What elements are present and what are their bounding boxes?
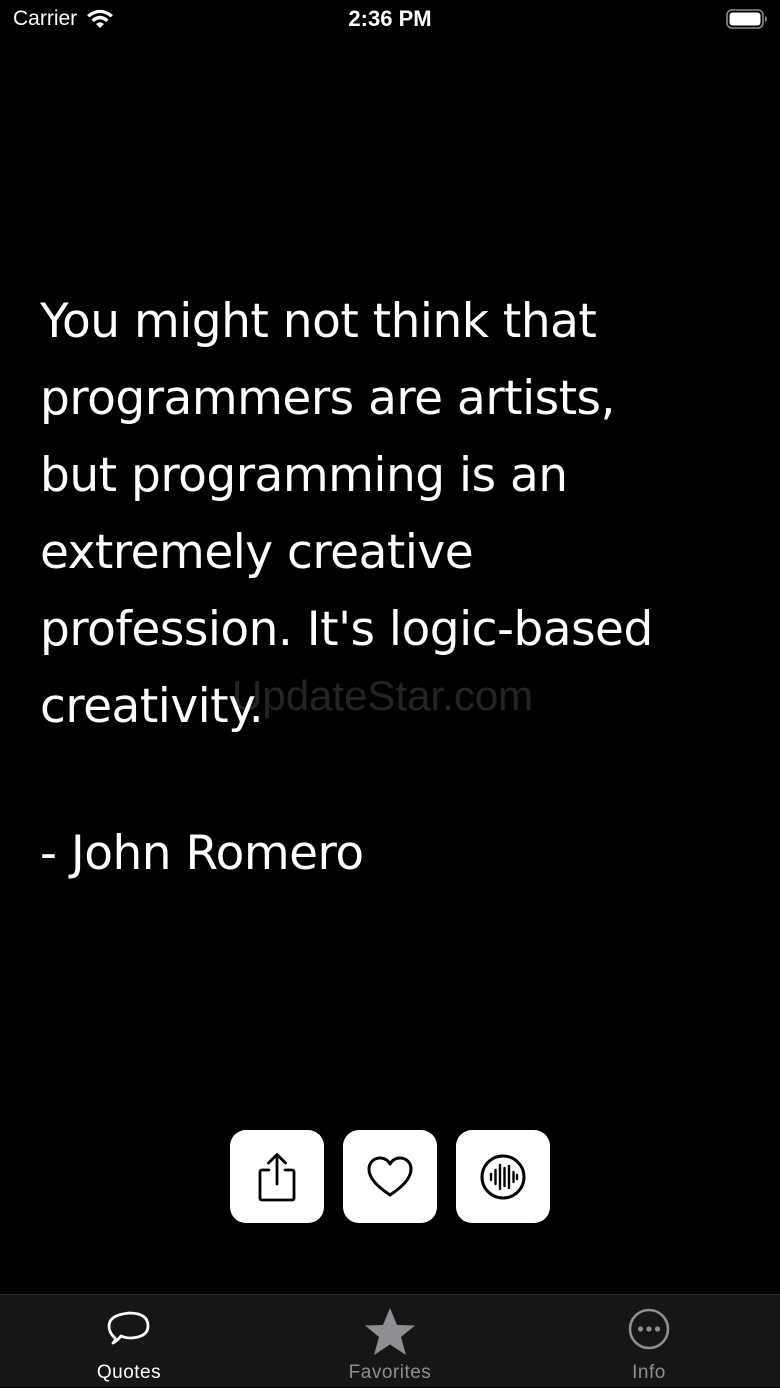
watermark: UpdateStar.com bbox=[232, 672, 534, 719]
more-circle-icon bbox=[628, 1308, 670, 1350]
action-buttons bbox=[230, 1130, 550, 1223]
star-icon bbox=[365, 1308, 415, 1355]
tab-label-favorites: Favorites bbox=[348, 1362, 432, 1383]
heart-icon bbox=[367, 1156, 413, 1196]
audio-waveform-icon bbox=[480, 1154, 526, 1199]
battery-icon bbox=[726, 9, 767, 29]
speak-button[interactable] bbox=[456, 1130, 550, 1223]
tab-label-quotes: Quotes bbox=[96, 1362, 162, 1383]
share-button[interactable] bbox=[230, 1130, 324, 1223]
tab-favorites[interactable]: Favorites bbox=[310, 1295, 470, 1388]
quote-author: - John Romero bbox=[40, 826, 364, 881]
tab-bar: Quotes Favorites Info bbox=[0, 1294, 780, 1387]
status-time: 2:36 PM bbox=[348, 6, 432, 31]
tab-info[interactable]: Info bbox=[569, 1295, 729, 1388]
tab-quotes[interactable]: Quotes bbox=[49, 1295, 209, 1388]
quote-bubble-icon bbox=[107, 1311, 150, 1345]
tab-label-info: Info bbox=[632, 1362, 666, 1383]
status-bar: Carrier 2:36 PM bbox=[0, 0, 780, 40]
favorite-button[interactable] bbox=[343, 1130, 437, 1223]
share-icon bbox=[258, 1152, 296, 1201]
